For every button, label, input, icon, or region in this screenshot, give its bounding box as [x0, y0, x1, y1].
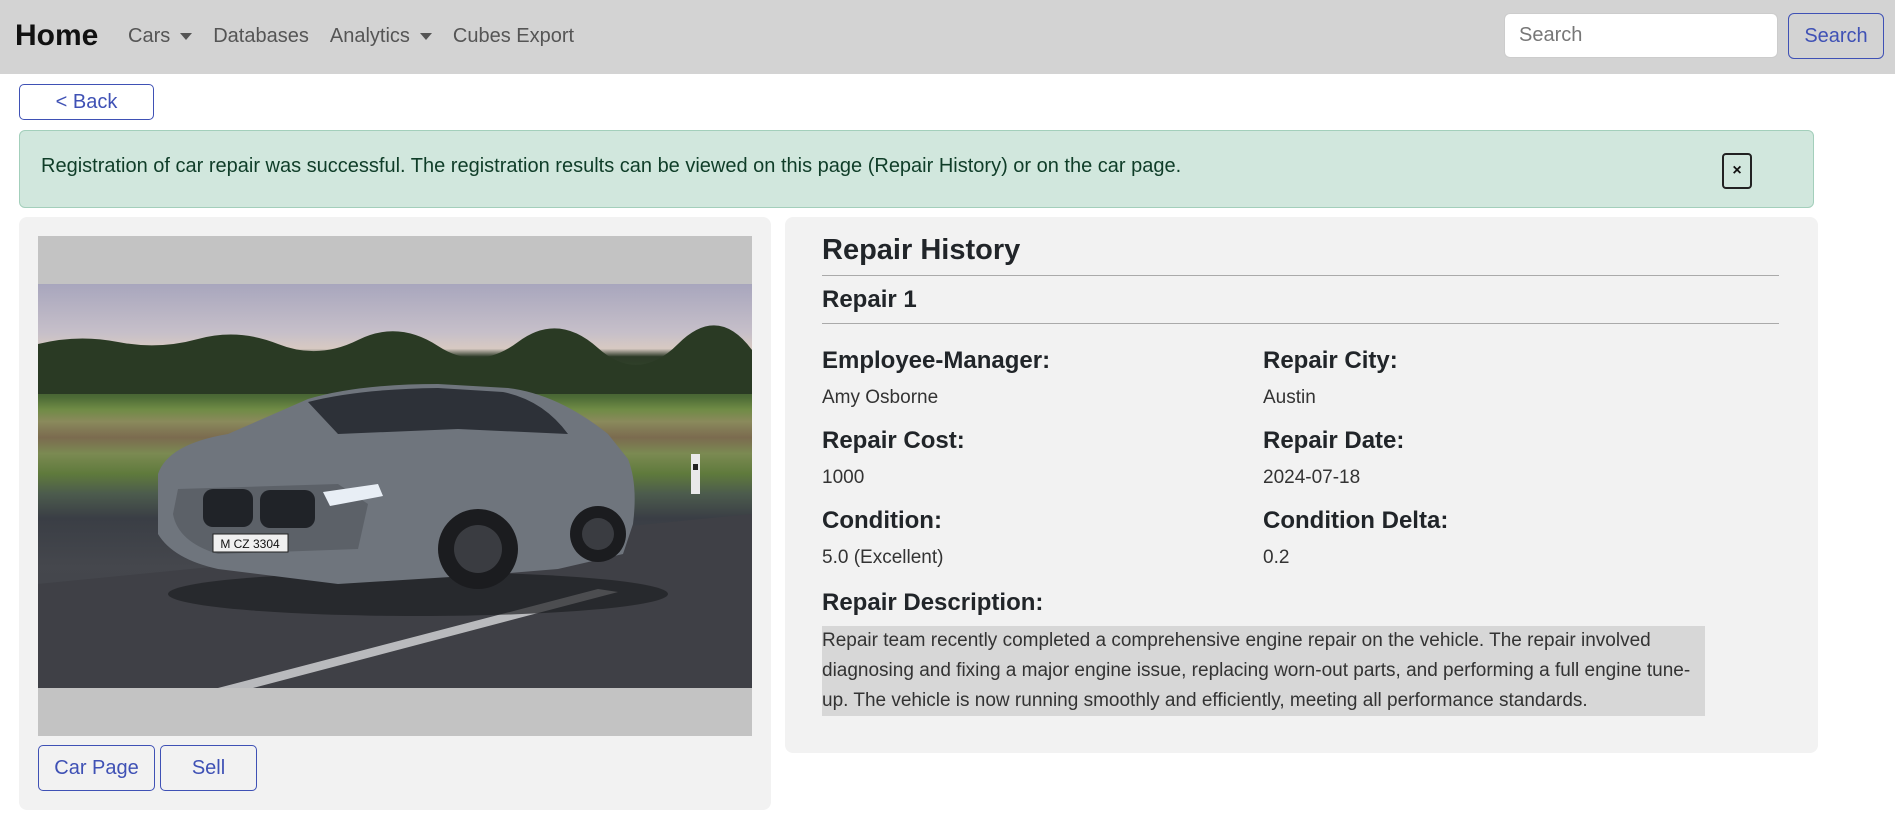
- search-button[interactable]: Search: [1788, 13, 1884, 59]
- car-image: M CZ 3304: [38, 284, 752, 688]
- alert-message: Registration of car repair was successfu…: [41, 155, 1182, 177]
- alert-close-button[interactable]: ×: [1722, 153, 1752, 189]
- divider: [822, 323, 1779, 324]
- nav-item-databases[interactable]: Databases: [213, 22, 309, 50]
- condition-delta-value: 0.2: [1263, 547, 1290, 568]
- repair-cost-value: 1000: [822, 467, 865, 488]
- condition-label: Condition:: [822, 507, 942, 534]
- license-plate-text: M CZ 3304: [220, 537, 280, 551]
- nav-item-label: Cubes Export: [452, 25, 575, 47]
- repair-date-value: 2024-07-18: [1263, 467, 1361, 488]
- car-illustration: M CZ 3304: [38, 325, 752, 688]
- sell-button[interactable]: Sell: [160, 745, 257, 791]
- nav-item-label: Databases: [213, 25, 309, 47]
- search-input[interactable]: [1504, 13, 1778, 58]
- chevron-down-icon: [419, 32, 432, 40]
- repair-history-title: Repair History: [822, 234, 1021, 266]
- divider: [822, 275, 1779, 276]
- nav-item-label: Cars: [128, 25, 171, 47]
- car-card: M CZ 3304 Car Page Sell: [19, 217, 771, 810]
- nav-item-cubes-export[interactable]: Cubes Export: [453, 22, 574, 50]
- employee-manager-label: Employee-Manager:: [822, 347, 1051, 374]
- nav-item-label: Analytics: [329, 25, 410, 47]
- repair-city-label: Repair City:: [1263, 347, 1398, 374]
- repair-city-value: Austin: [1263, 387, 1316, 408]
- repair-date-label: Repair Date:: [1263, 427, 1405, 454]
- condition-delta-label: Condition Delta:: [1263, 507, 1449, 534]
- back-button[interactable]: < Back: [19, 84, 154, 120]
- repair-item-title: Repair 1: [822, 286, 917, 313]
- repair-description-label: Repair Description:: [822, 589, 1044, 616]
- nav-menu: Cars Databases Analytics Cubes Export: [128, 22, 595, 50]
- nav-item-analytics[interactable]: Analytics: [330, 22, 432, 50]
- condition-value: 5.0 (Excellent): [822, 547, 944, 568]
- chevron-down-icon: [180, 32, 193, 40]
- nav-item-cars[interactable]: Cars: [128, 22, 193, 50]
- repair-description-text: Repair team recently completed a compreh…: [822, 626, 1705, 716]
- success-alert: Registration of car repair was successfu…: [19, 130, 1814, 208]
- home-brand-link[interactable]: Home: [15, 17, 98, 55]
- employee-manager-value: Amy Osborne: [822, 387, 939, 408]
- navbar: Home Cars Databases Analytics Cubes Expo…: [0, 0, 1895, 74]
- car-photo: M CZ 3304: [38, 236, 752, 736]
- repair-history-card: Repair History Repair 1 Employee-Manager…: [785, 217, 1818, 753]
- repair-cost-label: Repair Cost:: [822, 427, 965, 454]
- car-page-button[interactable]: Car Page: [38, 745, 155, 791]
